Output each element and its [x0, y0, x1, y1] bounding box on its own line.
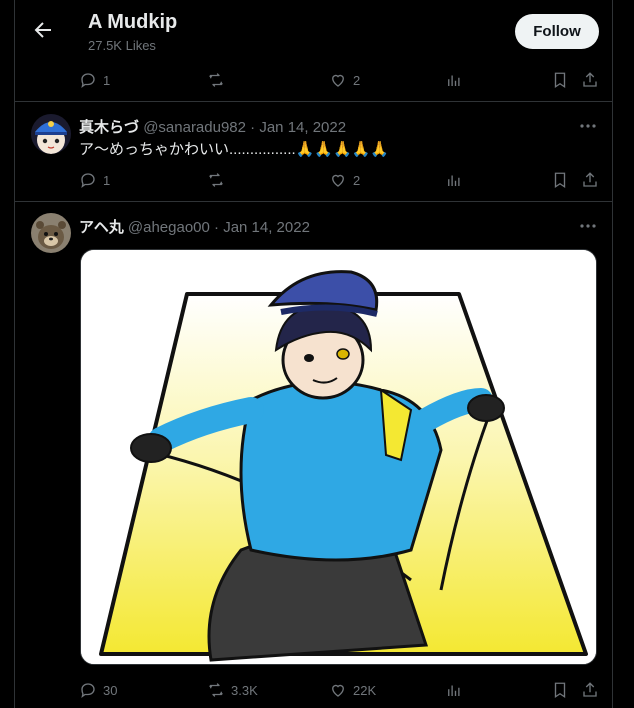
views-button[interactable] — [445, 170, 463, 190]
tweet-media-image[interactable] — [80, 249, 597, 665]
display-name[interactable]: アヘ丸 — [79, 219, 124, 236]
more-dots-icon[interactable] — [577, 216, 599, 236]
tweet-actions: 30 3.3K 22K — [79, 680, 603, 700]
views-button[interactable] — [445, 680, 463, 700]
repost-icon — [209, 173, 223, 187]
repost-count: 3.3K — [231, 682, 258, 698]
views-button[interactable] — [445, 70, 463, 90]
reply-bubble-icon — [81, 683, 95, 698]
tweet-date[interactable]: Jan 14, 2022 — [223, 219, 310, 236]
avatar[interactable] — [31, 114, 71, 154]
emoji-group: 🙏🙏🙏🙏🙏 — [295, 141, 390, 158]
heart-icon — [332, 174, 344, 187]
like-count: 2 — [353, 172, 361, 188]
reply-count: 1 — [103, 72, 111, 88]
bookmark-button[interactable] — [551, 170, 569, 190]
bar-chart-icon — [448, 685, 460, 696]
bookmark-button[interactable] — [551, 70, 569, 90]
share-icon — [583, 72, 597, 87]
divider — [15, 201, 612, 202]
reply-count: 30 — [103, 682, 118, 698]
reply-button[interactable]: 30 — [79, 680, 117, 700]
likes-count: 27.5K Likes — [88, 38, 156, 53]
illustration — [81, 250, 596, 664]
tweet-actions: 1 2 — [79, 170, 603, 190]
like-button[interactable]: 22K — [329, 680, 376, 700]
separator-dot: · — [214, 219, 220, 236]
back-arrow-icon[interactable] — [31, 18, 55, 42]
handle[interactable]: @ahegao00 — [128, 219, 210, 236]
bookmark-icon — [554, 72, 566, 89]
timeline-column: A Mudkip 27.5K Likes Follow 1 2 真木らづ @sa… — [14, 0, 613, 708]
follow-button[interactable]: Follow — [515, 14, 599, 49]
tweet-date[interactable]: Jan 14, 2022 — [259, 119, 346, 136]
tweet-text-body: ア～めっちゃかわいい................ — [79, 141, 296, 158]
bookmark-icon — [554, 682, 566, 699]
tweet-meta: 真木らづ @sanaradu982 · Jan 14, 2022 — [79, 116, 346, 137]
reply-button[interactable]: 1 — [79, 170, 110, 190]
reply-count: 1 — [103, 172, 111, 188]
reply-button[interactable]: 1 — [79, 70, 110, 90]
tweet-meta: アヘ丸 @ahegao00 · Jan 14, 2022 — [79, 216, 310, 237]
repost-icon — [209, 683, 223, 697]
bookmark-icon — [554, 172, 566, 189]
heart-icon — [332, 74, 344, 87]
bar-chart-icon — [448, 175, 460, 186]
like-count: 22K — [353, 682, 377, 698]
display-name[interactable]: 真木らづ — [79, 119, 139, 136]
repost-button[interactable] — [207, 170, 231, 190]
share-button[interactable] — [581, 70, 599, 90]
share-button[interactable] — [581, 170, 599, 190]
separator-dot: · — [250, 119, 256, 136]
profile-title: A Mudkip — [88, 11, 178, 33]
share-button[interactable] — [581, 680, 599, 700]
share-icon — [583, 682, 597, 697]
avatar[interactable] — [31, 213, 71, 253]
like-count: 2 — [353, 72, 361, 88]
divider — [15, 101, 612, 102]
repost-button[interactable] — [207, 70, 231, 90]
like-button[interactable]: 2 — [329, 70, 360, 90]
reply-bubble-icon — [81, 73, 95, 88]
heart-icon — [332, 684, 344, 697]
bar-chart-icon — [448, 75, 460, 86]
reply-bubble-icon — [81, 173, 95, 188]
share-icon — [583, 172, 597, 187]
tweet-actions-top: 1 2 — [79, 70, 603, 90]
handle[interactable]: @sanaradu982 — [143, 119, 246, 136]
like-button[interactable]: 2 — [329, 170, 360, 190]
tweet-text: ア～めっちゃかわいい................🙏🙏🙏🙏🙏 — [79, 138, 389, 159]
profile-header: A Mudkip 27.5K Likes Follow — [15, 0, 612, 62]
repost-button[interactable]: 3.3K — [207, 680, 258, 700]
repost-icon — [209, 73, 223, 87]
bookmark-button[interactable] — [551, 680, 569, 700]
more-dots-icon[interactable] — [577, 116, 599, 136]
